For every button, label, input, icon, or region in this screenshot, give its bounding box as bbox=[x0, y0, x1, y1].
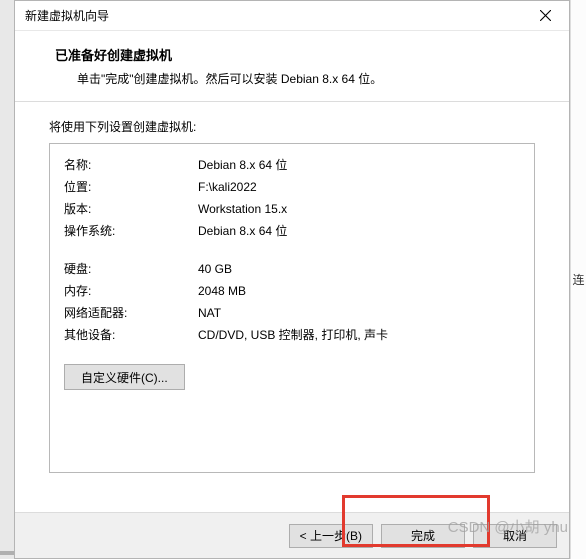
row-label: 操作系统: bbox=[64, 220, 198, 242]
titlebar: 新建虚拟机向导 bbox=[15, 1, 569, 31]
row-value: F:\kali2022 bbox=[198, 176, 520, 198]
wizard-content: 将使用下列设置创建虚拟机: 名称:Debian 8.x 64 位位置:F:\ka… bbox=[15, 102, 569, 512]
row-label: 版本: bbox=[64, 198, 198, 220]
header-subtitle: 单击"完成"创建虚拟机。然后可以安装 Debian 8.x 64 位。 bbox=[55, 70, 541, 87]
header-title: 已准备好创建虚拟机 bbox=[55, 45, 541, 64]
row-label: 硬盘: bbox=[64, 258, 198, 280]
row-value: CD/DVD, USB 控制器, 打印机, 声卡 bbox=[198, 324, 520, 346]
wizard-window: 新建虚拟机向导 已准备好创建虚拟机 单击"完成"创建虚拟机。然后可以安装 Deb… bbox=[14, 0, 570, 559]
background-right-strip: 连 bbox=[570, 0, 586, 559]
row-label: 网络适配器: bbox=[64, 302, 198, 324]
window-title: 新建虚拟机向导 bbox=[25, 7, 109, 24]
row-value: Debian 8.x 64 位 bbox=[198, 154, 520, 176]
settings-row: 名称:Debian 8.x 64 位 bbox=[64, 154, 520, 176]
settings-row: 操作系统:Debian 8.x 64 位 bbox=[64, 220, 520, 242]
close-button[interactable] bbox=[525, 2, 565, 30]
content-label: 将使用下列设置创建虚拟机: bbox=[49, 118, 535, 135]
settings-group-2: 硬盘:40 GB内存:2048 MB网络适配器:NAT其他设备:CD/DVD, … bbox=[64, 258, 520, 346]
wizard-header: 已准备好创建虚拟机 单击"完成"创建虚拟机。然后可以安装 Debian 8.x … bbox=[15, 31, 569, 102]
row-value: Debian 8.x 64 位 bbox=[198, 220, 520, 242]
row-value: Workstation 15.x bbox=[198, 198, 520, 220]
settings-row: 硬盘:40 GB bbox=[64, 258, 520, 280]
row-value: 40 GB bbox=[198, 258, 520, 280]
row-value: 2048 MB bbox=[198, 280, 520, 302]
settings-row: 版本:Workstation 15.x bbox=[64, 198, 520, 220]
settings-row: 其他设备:CD/DVD, USB 控制器, 打印机, 声卡 bbox=[64, 324, 520, 346]
row-value: NAT bbox=[198, 302, 520, 324]
settings-row: 网络适配器:NAT bbox=[64, 302, 520, 324]
settings-panel: 名称:Debian 8.x 64 位位置:F:\kali2022版本:Works… bbox=[49, 143, 535, 473]
background-left-strip bbox=[0, 0, 14, 559]
row-label: 其他设备: bbox=[64, 324, 198, 346]
customize-hardware-button[interactable]: 自定义硬件(C)... bbox=[64, 364, 185, 390]
settings-row: 内存:2048 MB bbox=[64, 280, 520, 302]
back-button[interactable]: < 上一步(B) bbox=[289, 524, 373, 548]
row-label: 名称: bbox=[64, 154, 198, 176]
finish-button[interactable]: 完成 bbox=[381, 524, 465, 548]
row-label: 内存: bbox=[64, 280, 198, 302]
bg-right-char: 连 bbox=[572, 271, 584, 288]
close-icon bbox=[540, 10, 551, 21]
bg-divider bbox=[0, 551, 14, 555]
group-spacer bbox=[64, 242, 520, 258]
cancel-button[interactable]: 取消 bbox=[473, 524, 557, 548]
settings-group-1: 名称:Debian 8.x 64 位位置:F:\kali2022版本:Works… bbox=[64, 154, 520, 242]
row-label: 位置: bbox=[64, 176, 198, 198]
wizard-footer: < 上一步(B) 完成 取消 bbox=[15, 512, 569, 558]
settings-row: 位置:F:\kali2022 bbox=[64, 176, 520, 198]
